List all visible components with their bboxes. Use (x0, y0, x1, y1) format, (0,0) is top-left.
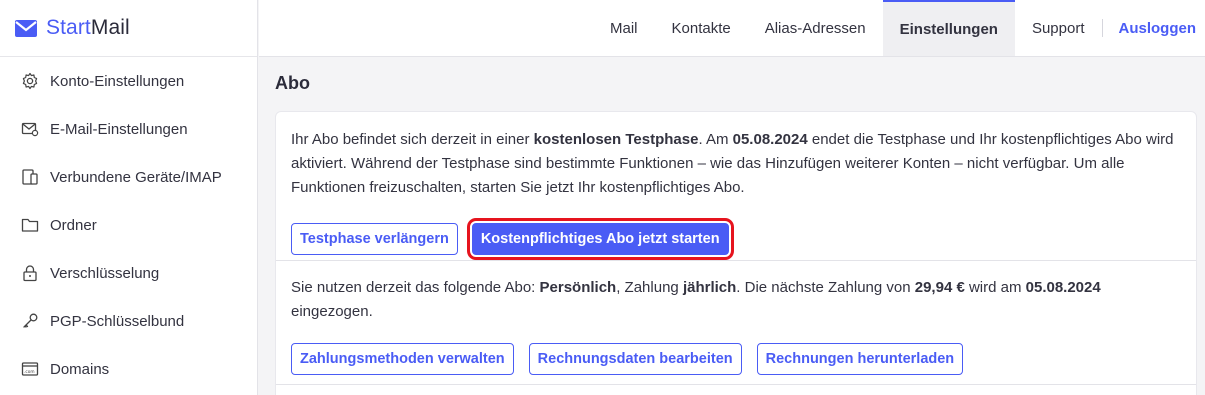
tab-support[interactable]: Support (1015, 0, 1102, 56)
page-title: Abo (275, 73, 310, 93)
tab-einstellungen[interactable]: Einstellungen (882, 0, 1015, 56)
sidebar-item-konto-einstellungen[interactable]: Konto-Einstellungen (0, 57, 257, 105)
sidebar-item-label: Domains (50, 360, 110, 378)
sidebar-item-label: Verbundene Geräte/IMAP (50, 168, 222, 186)
tab-kontakte[interactable]: Kontakte (655, 0, 748, 56)
devices-icon (21, 168, 39, 186)
sidebar-item-verschluesselung[interactable]: Verschlüsselung (0, 249, 257, 297)
sidebar: StartMail Konto-Einstellungen E-Mail-Ein… (0, 0, 258, 395)
sidebar-item-pgp-schluesselbund[interactable]: PGP-Schlüsselbund (0, 297, 257, 345)
edit-billing-data-button[interactable]: Rechnungsdaten bearbeiten (528, 343, 742, 375)
subscription-card: Ihr Abo befindet sich derzeit in einer k… (275, 111, 1197, 395)
current-plan-text: Sie nutzen derzeit das folgende Abo: Per… (291, 279, 1101, 320)
download-invoices-button[interactable]: Rechnungen herunterladen (756, 343, 964, 375)
gear-icon (21, 72, 39, 90)
lock-icon (21, 264, 39, 282)
main-content: Abo Ihr Abo befindet sich derzeit in ein… (259, 57, 1205, 395)
sidebar-item-label: E-Mail-Einstellungen (50, 120, 188, 138)
start-paid-subscription-button[interactable]: Kostenpflichtiges Abo jetzt starten (471, 223, 729, 255)
sidebar-item-ordner[interactable]: Ordner (0, 201, 257, 249)
trial-section: Ihr Abo befindet sich derzeit in einer k… (276, 112, 1196, 261)
trial-info-text: Ihr Abo befindet sich derzeit in einer k… (291, 131, 1174, 196)
sidebar-nav: Konto-Einstellungen E-Mail-Einstellungen… (0, 57, 257, 393)
trial-actions: Testphase verlängern Kostenpflichtiges A… (291, 218, 1181, 260)
top-navigation: Mail Kontakte Alias-Adressen Einstellung… (259, 0, 1205, 57)
logout-link[interactable]: Ausloggen (1103, 0, 1205, 56)
sidebar-item-label: Verschlüsselung (50, 264, 160, 282)
sidebar-item-label: PGP-Schlüsselbund (50, 312, 185, 330)
logo[interactable]: StartMail (0, 0, 257, 57)
domain-icon: .com (21, 360, 39, 378)
envelope-logo-icon (15, 19, 37, 37)
sidebar-item-email-einstellungen[interactable]: E-Mail-Einstellungen (0, 105, 257, 153)
tab-mail[interactable]: Mail (593, 0, 655, 56)
sidebar-item-domains[interactable]: .com Domains (0, 345, 257, 393)
highlight-frame: Kostenpflichtiges Abo jetzt starten (466, 218, 734, 260)
key-icon (21, 312, 39, 330)
plan-actions: Zahlungsmethoden verwalten Rechnungsdate… (291, 343, 1181, 375)
sidebar-item-label: Konto-Einstellungen (50, 72, 185, 90)
svg-text:.com: .com (24, 370, 35, 375)
folder-icon (21, 216, 39, 234)
current-plan-section: Sie nutzen derzeit das folgende Abo: Per… (276, 261, 1196, 385)
sidebar-item-label: Ordner (50, 216, 97, 234)
manage-payment-methods-button[interactable]: Zahlungsmethoden verwalten (291, 343, 514, 375)
extend-trial-button[interactable]: Testphase verlängern (291, 223, 458, 255)
tab-alias-adressen[interactable]: Alias-Adressen (748, 0, 883, 56)
sidebar-item-verbundene-geraete[interactable]: Verbundene Geräte/IMAP (0, 153, 257, 201)
mail-settings-icon (21, 120, 39, 138)
logo-text: StartMail (46, 16, 130, 39)
